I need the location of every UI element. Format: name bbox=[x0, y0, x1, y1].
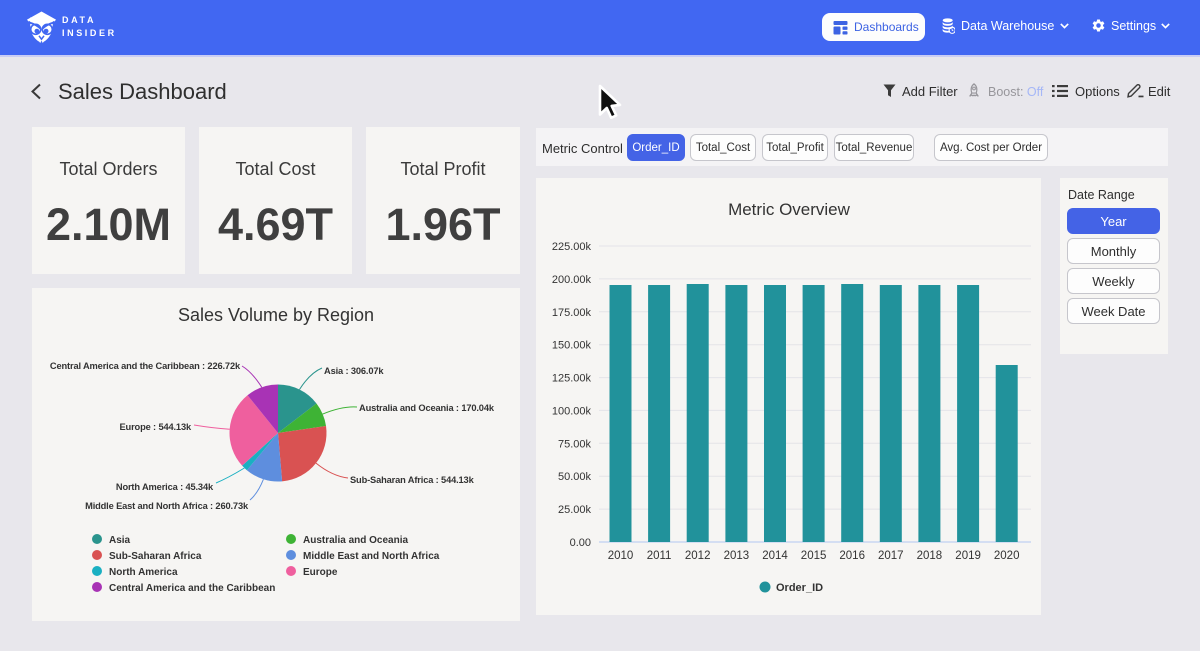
svg-text:Australia and Oceania: Australia and Oceania bbox=[303, 535, 408, 546]
svg-text:2014: 2014 bbox=[762, 550, 788, 562]
svg-text:2019: 2019 bbox=[955, 550, 981, 562]
svg-text:Asia: Asia bbox=[109, 535, 131, 546]
svg-text:Metric Overview: Metric Overview bbox=[728, 200, 851, 219]
svg-text:2013: 2013 bbox=[724, 550, 750, 562]
svg-text:Europe : 544.13k: Europe : 544.13k bbox=[120, 422, 192, 432]
svg-text:2015: 2015 bbox=[801, 550, 827, 562]
svg-text:Central America and the Caribb: Central America and the Caribbean bbox=[109, 583, 275, 594]
svg-text:0.00: 0.00 bbox=[570, 537, 591, 549]
svg-text:100.00k: 100.00k bbox=[552, 405, 592, 417]
svg-text:Sales Volume by Region: Sales Volume by Region bbox=[178, 305, 374, 325]
svg-text:50.00k: 50.00k bbox=[558, 471, 592, 483]
svg-text:Europe: Europe bbox=[303, 567, 338, 578]
svg-text:2012: 2012 bbox=[685, 550, 711, 562]
svg-text:225.00k: 225.00k bbox=[552, 241, 592, 253]
svg-text:Central America and the Caribb: Central America and the Caribbean : 226.… bbox=[50, 361, 241, 371]
svg-text:Sub-Saharan Africa: Sub-Saharan Africa bbox=[109, 551, 202, 562]
svg-text:Asia : 306.07k: Asia : 306.07k bbox=[324, 366, 384, 376]
svg-text:Middle East and North Africa: Middle East and North Africa bbox=[303, 551, 440, 562]
svg-text:Middle East and North Africa :: Middle East and North Africa : 260.73k bbox=[85, 501, 249, 511]
svg-text:2010: 2010 bbox=[608, 550, 634, 562]
svg-text:150.00k: 150.00k bbox=[552, 340, 592, 352]
svg-text:Order_ID: Order_ID bbox=[776, 582, 823, 594]
svg-text:2017: 2017 bbox=[878, 550, 904, 562]
svg-text:Australia and Oceania : 170.04: Australia and Oceania : 170.04k bbox=[359, 403, 495, 413]
svg-text:2020: 2020 bbox=[994, 550, 1020, 562]
svg-text:2011: 2011 bbox=[647, 550, 672, 562]
svg-text:2016: 2016 bbox=[839, 550, 865, 562]
svg-text:200.00k: 200.00k bbox=[552, 274, 592, 286]
svg-text:North America: North America bbox=[109, 567, 178, 578]
svg-text:175.00k: 175.00k bbox=[552, 307, 592, 319]
svg-text:2018: 2018 bbox=[917, 550, 943, 562]
svg-text:125.00k: 125.00k bbox=[552, 373, 592, 385]
svg-text:North America : 45.34k: North America : 45.34k bbox=[116, 482, 214, 492]
svg-text:25.00k: 25.00k bbox=[558, 504, 592, 516]
svg-text:Sub-Saharan Africa : 544.13k: Sub-Saharan Africa : 544.13k bbox=[350, 475, 475, 485]
svg-text:75.00k: 75.00k bbox=[558, 438, 592, 450]
